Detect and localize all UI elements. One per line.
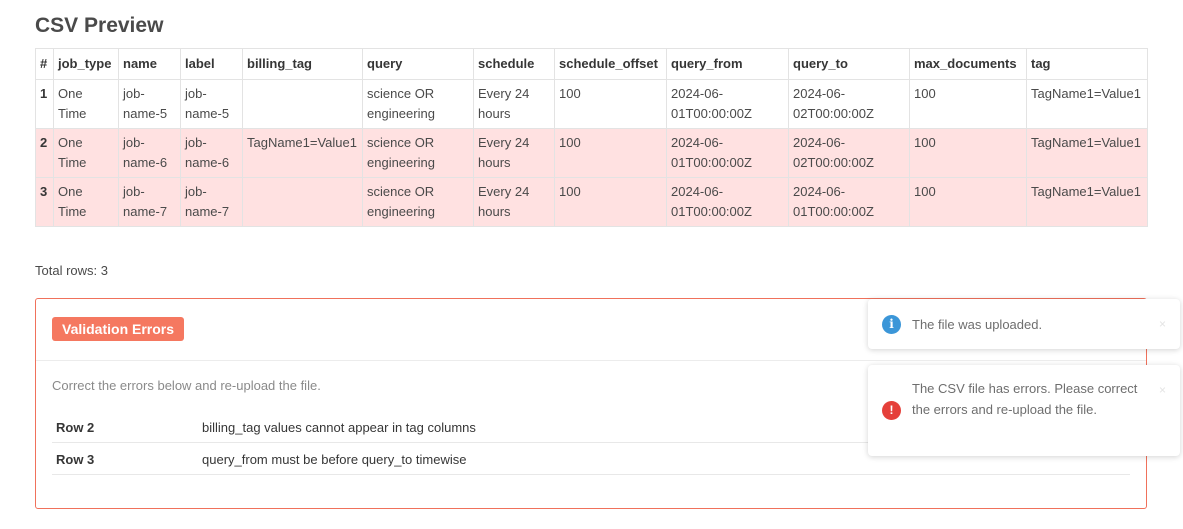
- table-row: 3 One Time job-name-7 job-name-7 science…: [35, 177, 1148, 227]
- column-header: #: [35, 48, 54, 80]
- cell-max-documents: 100: [909, 177, 1027, 227]
- validation-errors-description: Correct the errors below and re-upload t…: [52, 378, 321, 393]
- cell-job-type: One Time: [53, 128, 119, 178]
- column-header: label: [180, 48, 243, 80]
- cell-query-from: 2024-06-01T00:00:00Z: [666, 79, 789, 129]
- column-header: name: [118, 48, 181, 80]
- cell-billing-tag: TagName1=Value1: [242, 128, 363, 178]
- row-number: 2: [35, 128, 54, 178]
- column-header: tag: [1026, 48, 1148, 80]
- table-row: 1 One Time job-name-5 job-name-5 science…: [35, 79, 1148, 129]
- csv-error-toast[interactable]: ! The CSV file has errors. Please correc…: [868, 365, 1180, 456]
- cell-query-to: 2024-06-02T00:00:00Z: [788, 128, 910, 178]
- validation-errors-badge: Validation Errors: [52, 317, 185, 341]
- error-row-label: Row 3: [56, 452, 95, 467]
- table-row: 2 One Time job-name-6 job-name-6 TagName…: [35, 128, 1148, 178]
- cell-schedule: Every 24 hours: [473, 177, 555, 227]
- cell-max-documents: 100: [909, 128, 1027, 178]
- toast-message: The file was uploaded.: [912, 317, 1043, 332]
- error-message: billing_tag values cannot appear in tag …: [202, 420, 476, 435]
- cell-tag: TagName1=Value1: [1026, 177, 1148, 227]
- row-number: 1: [35, 79, 54, 129]
- cell-schedule: Every 24 hours: [473, 128, 555, 178]
- row-number: 3: [35, 177, 54, 227]
- toast-message: The CSV file has errors. Please correct …: [912, 381, 1138, 417]
- cell-max-documents: 100: [909, 79, 1027, 129]
- cell-schedule-offset: 100: [554, 177, 667, 227]
- column-header: query_from: [666, 48, 789, 80]
- cell-query-to: 2024-06-02T00:00:00Z: [788, 79, 910, 129]
- cell-label: job-name-5: [180, 79, 243, 129]
- cell-query-from: 2024-06-01T00:00:00Z: [666, 177, 789, 227]
- upload-success-toast[interactable]: i The file was uploaded. ×: [868, 299, 1180, 349]
- cell-query-to: 2024-06-01T00:00:00Z: [788, 177, 910, 227]
- cell-label: job-name-6: [180, 128, 243, 178]
- cell-query: science OR engineering: [362, 79, 474, 129]
- close-icon[interactable]: ×: [1159, 383, 1166, 397]
- column-header: schedule: [473, 48, 555, 80]
- cell-billing-tag: [242, 177, 363, 227]
- column-header: job_type: [53, 48, 119, 80]
- column-header: billing_tag: [242, 48, 363, 80]
- cell-job-type: One Time: [53, 79, 119, 129]
- error-row-label: Row 2: [56, 420, 95, 435]
- column-header: max_documents: [909, 48, 1027, 80]
- cell-name: job-name-5: [118, 79, 181, 129]
- info-icon: i: [882, 315, 901, 334]
- cell-query: science OR engineering: [362, 177, 474, 227]
- close-icon[interactable]: ×: [1159, 317, 1166, 331]
- cell-billing-tag: [242, 79, 363, 129]
- cell-query: science OR engineering: [362, 128, 474, 178]
- cell-name: job-name-6: [118, 128, 181, 178]
- cell-schedule: Every 24 hours: [473, 79, 555, 129]
- page-title: CSV Preview: [35, 14, 164, 37]
- column-header: query_to: [788, 48, 910, 80]
- total-rows-count: Total rows: 3: [35, 263, 108, 278]
- error-message: query_from must be before query_to timew…: [202, 452, 467, 467]
- csv-preview-table: # job_type name label billing_tag query …: [35, 48, 1148, 227]
- cell-label: job-name-7: [180, 177, 243, 227]
- cell-job-type: One Time: [53, 177, 119, 227]
- error-icon: !: [882, 401, 901, 420]
- cell-tag: TagName1=Value1: [1026, 79, 1148, 129]
- cell-query-from: 2024-06-01T00:00:00Z: [666, 128, 789, 178]
- column-header: query: [362, 48, 474, 80]
- cell-tag: TagName1=Value1: [1026, 128, 1148, 178]
- cell-schedule-offset: 100: [554, 79, 667, 129]
- cell-schedule-offset: 100: [554, 128, 667, 178]
- table-header-row: # job_type name label billing_tag query …: [35, 48, 1148, 80]
- column-header: schedule_offset: [554, 48, 667, 80]
- cell-name: job-name-7: [118, 177, 181, 227]
